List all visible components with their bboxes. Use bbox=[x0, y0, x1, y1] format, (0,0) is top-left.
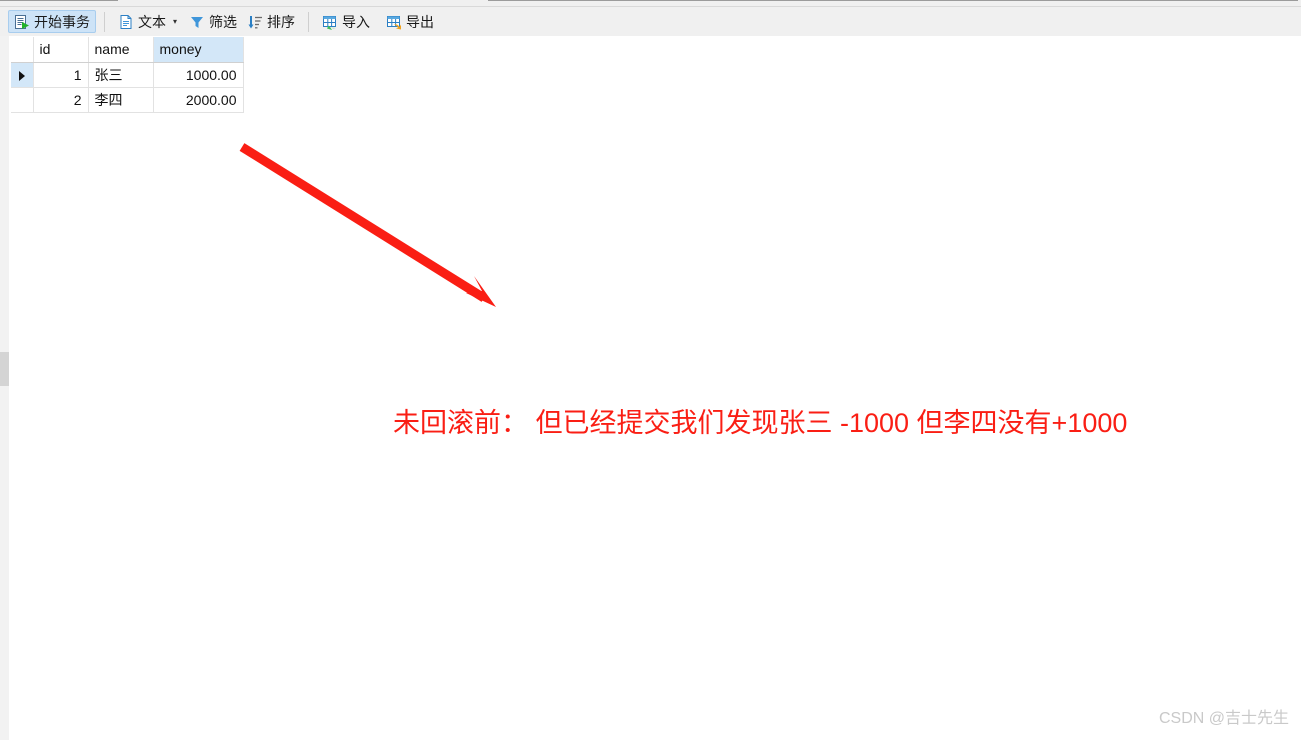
cell-id[interactable]: 1 bbox=[33, 62, 89, 88]
toolbar-button-import-label: 导入 bbox=[342, 13, 371, 30]
grid-header-id[interactable]: id bbox=[33, 37, 89, 63]
watermark: CSDN @吉士先生 bbox=[1158, 710, 1289, 727]
toolbar-button-begin-transaction-label: 开始事务 bbox=[34, 13, 90, 30]
row-marker[interactable] bbox=[11, 87, 34, 113]
import-icon bbox=[322, 14, 338, 30]
result-grid[interactable]: id name money 1 张三 1000.00 2 李四 2000.00 bbox=[11, 37, 244, 113]
sort-icon bbox=[247, 14, 263, 30]
toolbar-button-filter[interactable]: 筛选 bbox=[184, 10, 242, 33]
text-document-icon bbox=[118, 14, 134, 30]
grid-header-marker bbox=[11, 37, 34, 63]
window-top-strip bbox=[0, 0, 1301, 7]
cell-money[interactable]: 2000.00 bbox=[153, 87, 244, 113]
table-row[interactable]: 2 李四 2000.00 bbox=[11, 87, 244, 113]
cell-id[interactable]: 2 bbox=[33, 87, 89, 113]
toolbar-button-filter-label: 筛选 bbox=[209, 13, 238, 30]
vertical-scrollbar-thumb[interactable] bbox=[0, 352, 9, 386]
row-current-marker[interactable] bbox=[11, 62, 34, 88]
cell-name[interactable]: 李四 bbox=[88, 87, 154, 113]
toolbar-button-export[interactable]: 导出 bbox=[381, 10, 439, 33]
transaction-icon bbox=[14, 14, 30, 30]
toolbar-button-export-label: 导出 bbox=[406, 13, 435, 30]
table-row[interactable]: 1 张三 1000.00 bbox=[11, 62, 244, 88]
toolbar-button-import[interactable]: 导入 bbox=[317, 10, 375, 33]
export-icon bbox=[386, 14, 402, 30]
tab-underline-left bbox=[0, 0, 118, 1]
toolbar-button-sort[interactable]: 排序 bbox=[242, 10, 300, 33]
vertical-scrollbar[interactable] bbox=[0, 36, 9, 740]
toolbar-separator-1 bbox=[104, 11, 105, 32]
annotation-arrow-icon bbox=[239, 143, 496, 307]
toolbar: 开始事务 文本 ▾ 筛选 排序 导入 导出 bbox=[0, 7, 1301, 36]
grid-header-name[interactable]: name bbox=[88, 37, 154, 63]
toolbar-button-text[interactable]: 文本 ▾ bbox=[113, 10, 184, 33]
toolbar-separator-2 bbox=[308, 11, 310, 32]
chevron-down-icon[interactable]: ▾ bbox=[173, 17, 177, 26]
funnel-icon bbox=[189, 14, 205, 30]
tab-underline-right bbox=[488, 0, 1298, 1]
cell-name[interactable]: 张三 bbox=[88, 62, 154, 88]
toolbar-button-text-label: 文本 bbox=[138, 13, 166, 30]
grid-header-row: id name money bbox=[11, 37, 244, 63]
cell-money[interactable]: 1000.00 bbox=[153, 62, 244, 88]
grid-header-money[interactable]: money bbox=[153, 37, 244, 63]
toolbar-button-sort-label: 排序 bbox=[267, 13, 296, 30]
current-row-triangle-icon bbox=[18, 70, 25, 81]
annotation-text: 未回滚前： 但已经提交我们发现张三 -1000 但李四没有+1000 bbox=[393, 408, 1128, 438]
toolbar-button-begin-transaction[interactable]: 开始事务 bbox=[8, 10, 96, 33]
